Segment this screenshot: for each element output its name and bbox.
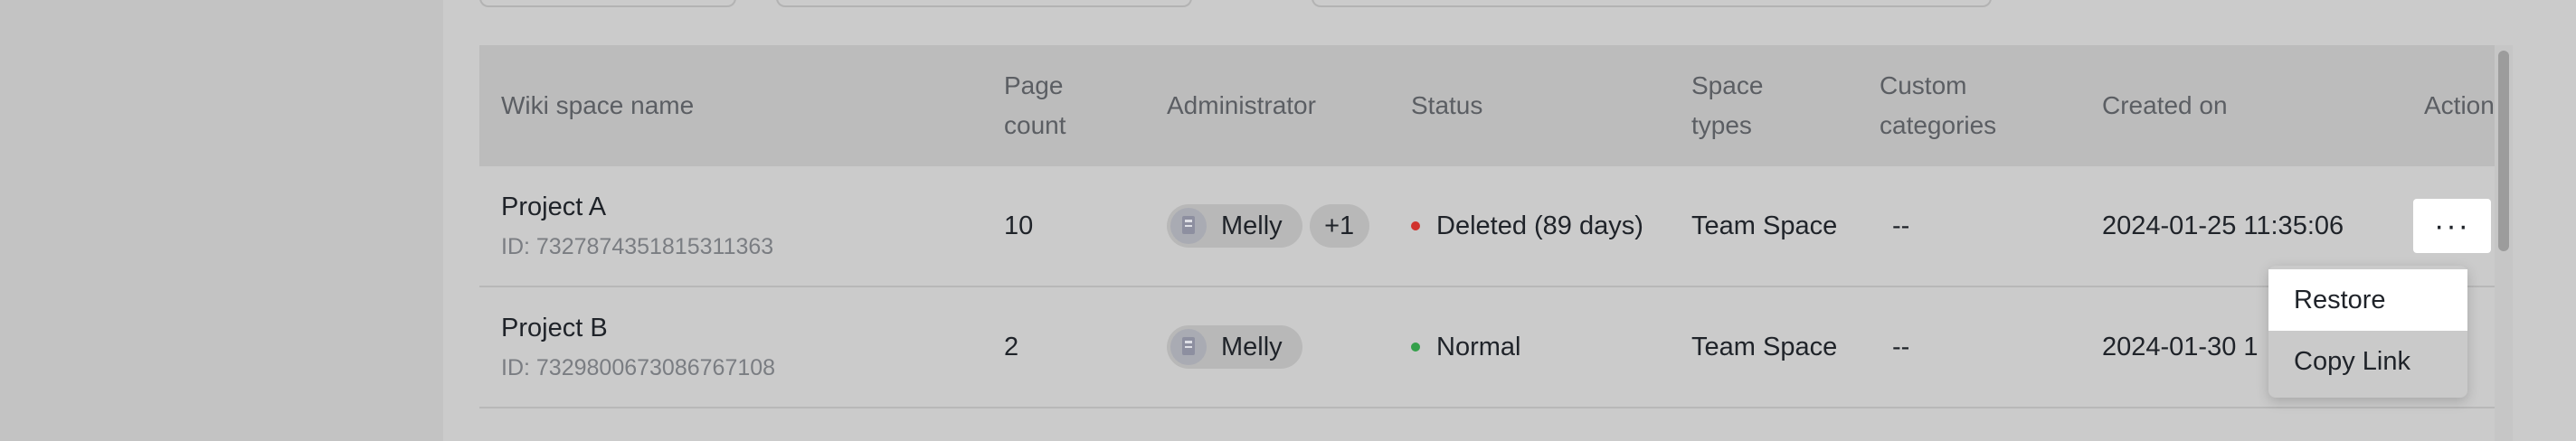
- table-scrollbar[interactable]: [2495, 45, 2513, 441]
- header-label: Action: [2424, 91, 2495, 119]
- table-row: Project B ID: 7329800673086767108 2 Mell…: [479, 287, 2505, 408]
- created-on: 2024-01-30 1: [2102, 332, 2259, 361]
- avatar: [1170, 329, 1207, 365]
- main-content: Wiki space name Page count Administrator…: [443, 0, 2576, 441]
- header-created-on: Created on: [2102, 45, 2228, 166]
- search-input[interactable]: [1312, 0, 1992, 7]
- left-sidebar: [0, 0, 443, 441]
- space-id: ID: 7327874351815311363: [501, 234, 774, 259]
- scrollbar-thumb[interactable]: [2498, 51, 2509, 251]
- custom-categories: --: [1892, 332, 1910, 361]
- menu-item-label: Copy Link: [2294, 346, 2410, 376]
- status-cell: Deleted (89 days): [1411, 166, 1643, 286]
- header-label: count: [1004, 111, 1066, 139]
- filter-dropdown-2[interactable]: [776, 0, 1192, 7]
- header-page-count: Page count: [1004, 45, 1066, 166]
- user-avatar-icon: [1182, 337, 1195, 355]
- status-dot-icon: [1411, 221, 1420, 230]
- admin-name: Melly: [1221, 211, 1283, 240]
- status-text: Deleted (89 days): [1436, 211, 1643, 240]
- admin-name: Melly: [1221, 332, 1283, 361]
- header-action: Action: [2424, 45, 2495, 166]
- header-label: categories: [1880, 111, 1997, 139]
- space-type: Team Space: [1691, 211, 1838, 240]
- header-label: Created on: [2102, 91, 2228, 119]
- page-count: 2: [1004, 332, 1019, 361]
- header-label: Wiki space name: [501, 91, 695, 119]
- status-dot-icon: [1411, 342, 1420, 352]
- space-name[interactable]: Project A: [501, 189, 606, 225]
- space-id: ID: 7329800673086767108: [501, 355, 776, 380]
- space-name[interactable]: Project B: [501, 310, 608, 346]
- more-icon: ···: [2434, 208, 2470, 243]
- menu-item-restore[interactable]: Restore: [2268, 269, 2467, 331]
- page-count: 10: [1004, 211, 1034, 240]
- header-label: Status: [1411, 91, 1483, 119]
- more-actions-button[interactable]: ···: [2413, 199, 2491, 253]
- status-cell: Normal: [1411, 287, 1520, 407]
- space-type: Team Space: [1691, 332, 1838, 361]
- administrator-cell: Melly: [1167, 287, 1302, 407]
- header-space-types: Space types: [1691, 45, 1763, 166]
- administrator-cell: Melly +1: [1167, 166, 1369, 286]
- avatar: [1170, 208, 1207, 244]
- custom-categories: --: [1892, 211, 1910, 240]
- menu-item-copy-link[interactable]: Copy Link: [2268, 331, 2467, 392]
- header-custom-categories: Custom categories: [1880, 45, 1996, 166]
- header-label: Space: [1691, 71, 1764, 99]
- header-status: Status: [1411, 45, 1482, 166]
- admin-chip[interactable]: Melly: [1167, 325, 1302, 369]
- user-avatar-icon: [1182, 216, 1195, 234]
- header-label: types: [1691, 111, 1752, 139]
- wiki-space-table: Wiki space name Page count Administrator…: [479, 45, 2513, 441]
- table-row: Project A ID: 7327874351815311363 10 Mel…: [479, 166, 2505, 287]
- header-label: Administrator: [1167, 91, 1316, 119]
- space-name-cell: Project A ID: 7327874351815311363: [501, 166, 773, 286]
- header-wiki-space-name: Wiki space name: [501, 45, 694, 166]
- status-text: Normal: [1436, 332, 1521, 361]
- admin-chip[interactable]: Melly: [1167, 204, 1302, 248]
- filter-dropdown-1[interactable]: [479, 0, 736, 7]
- header-label: Page: [1004, 71, 1064, 99]
- more-admins-badge[interactable]: +1: [1309, 204, 1369, 248]
- space-name-cell: Project B ID: 7329800673086767108: [501, 287, 775, 407]
- header-label: Custom: [1880, 71, 1967, 99]
- action-dropdown-menu: Restore Copy Link: [2268, 266, 2467, 398]
- header-administrator: Administrator: [1167, 45, 1316, 166]
- table-header: Wiki space name Page count Administrator…: [479, 45, 2505, 166]
- menu-item-label: Restore: [2294, 285, 2386, 314]
